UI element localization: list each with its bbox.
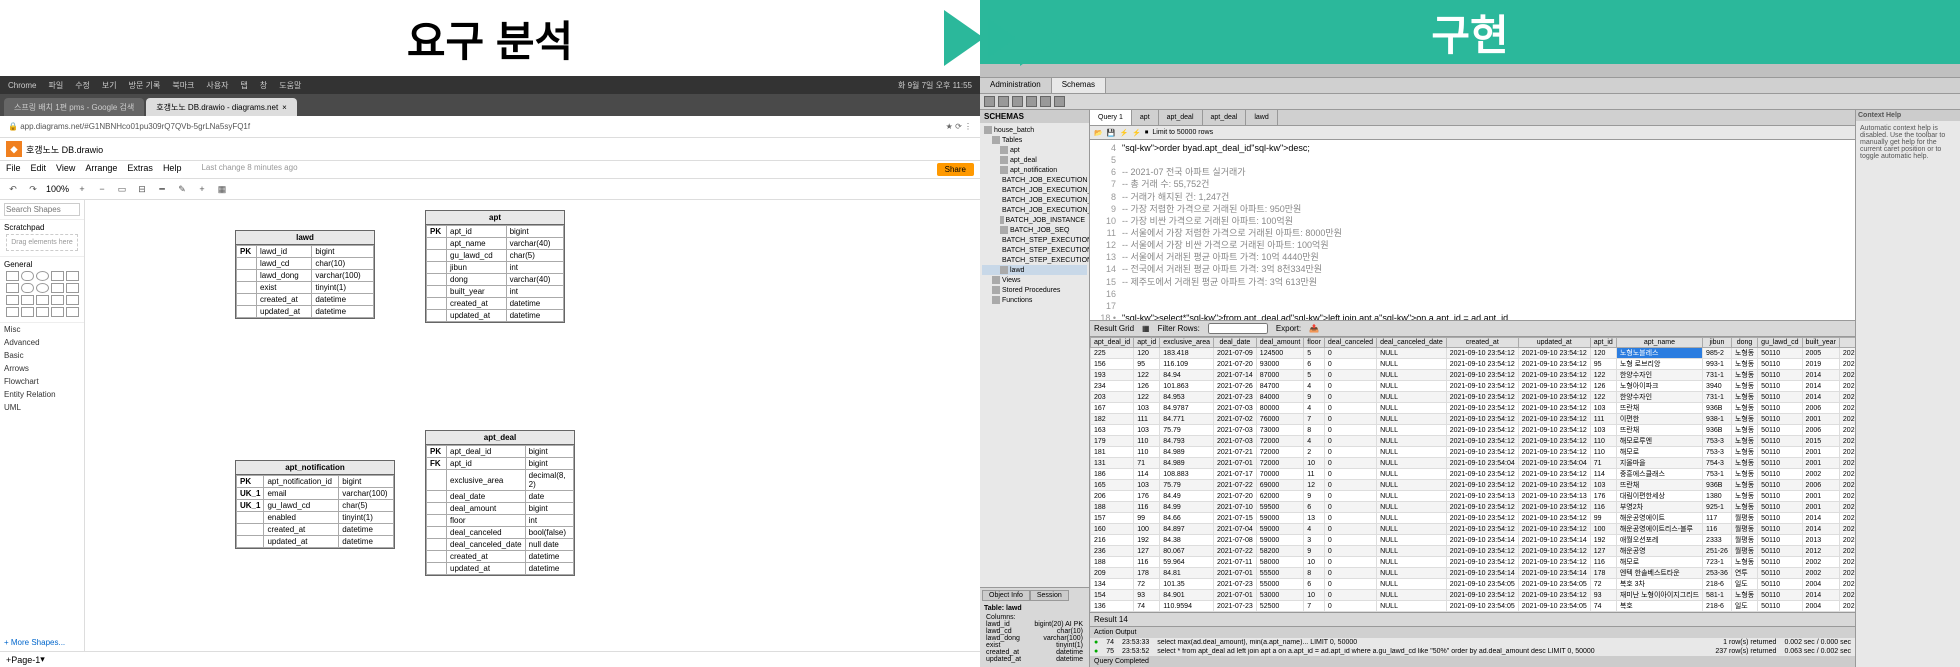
tree-item[interactable]: apt_notification [982, 165, 1087, 175]
limit-select[interactable]: Limit to 50000 rows [1152, 129, 1213, 136]
zoom-out-icon[interactable]: − [95, 182, 109, 196]
schema-tree[interactable]: house_batchTablesaptapt_dealapt_notifica… [980, 123, 1089, 587]
file-title[interactable]: 호갱노노 DB.drawio [26, 143, 103, 156]
tree-item[interactable]: apt [982, 145, 1087, 155]
tree-item[interactable]: Tables [982, 135, 1087, 145]
tree-item[interactable]: BATCH_STEP_EXECUTION_CONTEXT [982, 245, 1087, 255]
zoom-in-icon[interactable]: + [75, 182, 89, 196]
export-icon[interactable]: 📤 [1309, 324, 1319, 333]
tree-item[interactable]: BATCH_JOB_INSTANCE [982, 215, 1087, 225]
result-tab[interactable]: Result 14 [1090, 612, 1855, 626]
drawio-logo-icon: ◆ [6, 141, 22, 157]
tree-item[interactable]: BATCH_STEP_EXECUTION_SEQ [982, 255, 1087, 265]
tree-item[interactable]: BATCH_STEP_EXECUTION [982, 235, 1087, 245]
browser-tabs: 스프링 배치 1편 pms - Google 검색 호갱노노 DB.drawio… [0, 94, 980, 116]
share-button[interactable]: Share [937, 163, 974, 176]
object-info: Object Info Session Table: lawd Columns:… [980, 587, 1089, 667]
scratchpad-section: Scratchpad Drag elements here [0, 220, 84, 257]
browser-tab[interactable]: 스프링 배치 1편 pms - Google 검색 [4, 98, 144, 116]
schema-panel: SCHEMAS house_batchTablesaptapt_dealapt_… [980, 110, 1090, 667]
redo-icon[interactable]: ↷ [26, 182, 40, 196]
drawio-header: ◆ 호갱노노 DB.drawio [0, 138, 980, 161]
more-shapes-link[interactable]: + More Shapes... [0, 634, 84, 651]
save-icon[interactable]: 💾 [1107, 129, 1116, 137]
shape-palette[interactable] [4, 269, 80, 319]
drawio-window: Chrome파일수정보기방문 기록북마크사용자탭창도움말 화 9월 7일 오후 … [0, 76, 980, 667]
mysql-window: Administration Schemas SCHEMAS house_bat… [980, 64, 1960, 667]
tree-item[interactable]: BATCH_JOB_EXECUTION [982, 175, 1087, 185]
url-bar[interactable]: 🔒 app.diagrams.net/#G1NBNHco01pu309rQ7QV… [0, 116, 980, 138]
arrow-divider [944, 10, 1060, 66]
drawio-toolbar: ↶ ↷ 100% + − ▭ ⊟ ━ ✎ + ▦ [0, 179, 980, 200]
result-grid[interactable]: apt_deal_idapt_idexclusive_areadeal_date… [1090, 337, 1855, 612]
os-menubar[interactable]: Chrome파일수정보기방문 기록북마크사용자탭창도움말 화 9월 7일 오후 … [0, 76, 980, 94]
tree-item[interactable]: lawd [982, 265, 1087, 275]
stop-icon[interactable]: ⏹ [1145, 129, 1149, 137]
main-tabs: Administration Schemas [980, 78, 1960, 94]
action-output: Action Output ●7423:53:33select max(ad.d… [1090, 626, 1855, 667]
tree-item[interactable]: Views [982, 275, 1087, 285]
run-icon[interactable]: ⚡ [1119, 129, 1128, 137]
tree-item[interactable]: BATCH_JOB_SEQ [982, 225, 1087, 235]
run-icon[interactable]: ⚡ [1132, 129, 1141, 137]
drawio-menu: File Edit View Arrange Extras Help Last … [0, 161, 980, 179]
sql-editor[interactable]: 4"sql-kw">order by ad.apt_deal_id "sql-k… [1090, 140, 1855, 320]
page-tabs[interactable]: + Page-1 ▾ [0, 651, 980, 667]
tree-item[interactable]: BATCH_JOB_EXECUTION_PARAMS [982, 195, 1087, 205]
open-icon[interactable]: 📂 [1094, 129, 1103, 137]
lock-icon: 🔒 [8, 122, 18, 131]
tree-item[interactable]: Functions [982, 295, 1087, 305]
undo-icon[interactable]: ↶ [6, 182, 20, 196]
title-right: 구현 [1431, 2, 1508, 63]
context-help: Context Help Automatic context help is d… [1855, 110, 1960, 667]
filter-input[interactable] [1208, 323, 1268, 334]
table-apt[interactable]: apt PKapt_idbigintapt_namevarchar(40)gu_… [425, 210, 565, 323]
header-right: 구현 [980, 0, 1960, 64]
tree-item[interactable]: BATCH_JOB_EXECUTION_SEQ [982, 205, 1087, 215]
main-toolbar [980, 94, 1960, 110]
close-icon[interactable]: × [282, 103, 287, 112]
zoom-select[interactable]: 100% [46, 184, 69, 194]
result-header: Result Grid ▦ Filter Rows: Export: 📤 [1090, 320, 1855, 337]
canvas[interactable]: lawd PKlawd_idbigintlawd_cdchar(10)lawd_… [85, 200, 980, 651]
query-toolbar: 📂 💾 ⚡ ⚡ ⏹ Limit to 50000 rows [1090, 126, 1855, 140]
tree-item[interactable]: Stored Procedures [982, 285, 1087, 295]
query-tabs: Query 1 apt apt_deal apt_deal lawd [1090, 110, 1855, 126]
tree-item[interactable]: house_batch [982, 125, 1087, 135]
table-apt-notification[interactable]: apt_notification PKapt_notification_idbi… [235, 460, 395, 549]
tree-item[interactable]: apt_deal [982, 155, 1087, 165]
tree-item[interactable]: BATCH_JOB_EXECUTION_CONTEXT [982, 185, 1087, 195]
table-lawd[interactable]: lawd PKlawd_idbigintlawd_cdchar(10)lawd_… [235, 230, 375, 319]
shapes-sidebar: Scratchpad Drag elements here General Mi… [0, 200, 85, 651]
title-left: 요구 분석 [407, 8, 573, 69]
table-apt-deal[interactable]: apt_deal PKapt_deal_idbigintFKapt_idbigi… [425, 430, 575, 576]
header-left: 요구 분석 [0, 0, 980, 76]
grid-icon[interactable]: ▦ [1142, 324, 1150, 333]
search-input[interactable] [4, 203, 80, 216]
browser-tab[interactable]: 호갱노노 DB.drawio - diagrams.net× [146, 98, 297, 116]
